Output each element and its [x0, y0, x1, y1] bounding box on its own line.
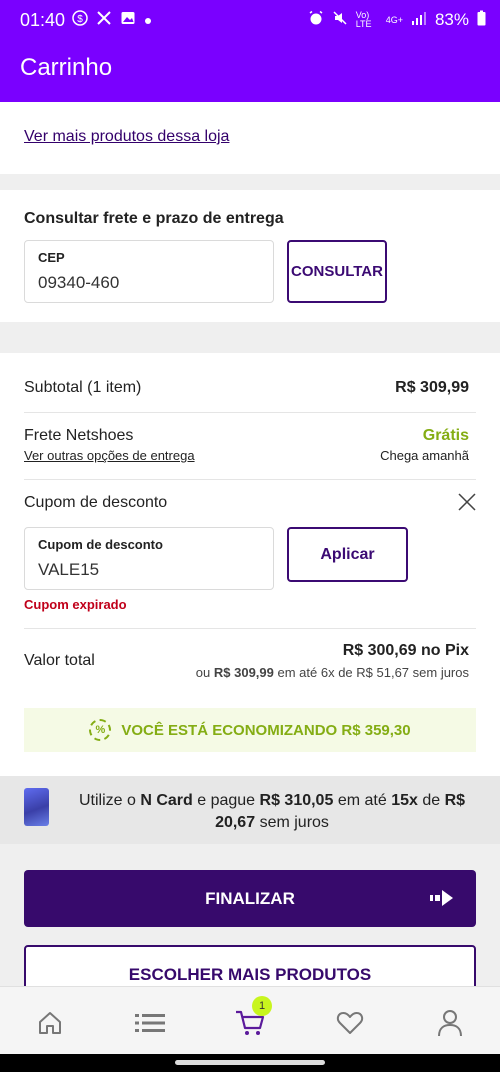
list-icon[interactable]: [132, 1005, 168, 1041]
total-or: ou: [195, 665, 211, 680]
ncard-promo[interactable]: Utilize o N Card e pague R$ 310,05 em at…: [0, 776, 500, 844]
total-installments-text: em até 6x de R$ 51,67 sem juros: [277, 665, 470, 680]
shipping-eta: Chega amanhã: [380, 448, 469, 463]
dot-icon: [144, 12, 152, 29]
volte-label: Vo) LTE: [355, 10, 372, 29]
bottom-nav: [0, 986, 500, 1054]
ncard-text-post: sem juros: [259, 814, 329, 831]
mute-icon: [332, 10, 348, 30]
ncard-amount: R$ 310,05: [259, 792, 334, 809]
network-type: 4G+: [385, 15, 403, 25]
cart-count-badge: 1: [252, 996, 272, 1016]
cep-field[interactable]: CEP 09340-460: [24, 240, 274, 303]
signal-icon: [411, 11, 427, 29]
apply-button-label: Aplicar: [320, 545, 375, 563]
ncard-text-mid3: de: [422, 792, 441, 809]
heart-icon[interactable]: [332, 1005, 368, 1041]
system-nav-bar: [0, 1054, 500, 1072]
other-shipping-link[interactable]: Ver outras opções de entrega: [24, 448, 195, 463]
close-icon[interactable]: [456, 491, 478, 518]
page-title: Carrinho: [20, 54, 113, 81]
ncard-image: [24, 788, 49, 826]
shipping-free-badge: Grátis: [422, 427, 469, 444]
home-icon[interactable]: [32, 1005, 68, 1041]
consult-button-label: CONSULTAR: [291, 263, 383, 280]
shipping-label: Frete Netshoes: [24, 427, 134, 444]
divider: [24, 628, 476, 629]
subtotal-value: R$ 309,99: [395, 379, 469, 396]
total-full-price: R$ 309,99: [213, 665, 274, 680]
ncard-text-pre: Utilize o: [78, 792, 136, 809]
ncard-text-mid: e pague: [197, 792, 256, 809]
consult-button[interactable]: CONSULTAR: [287, 240, 387, 303]
total-installments: ou R$ 309,99 em até 6x de R$ 51,67 sem j…: [196, 665, 469, 680]
home-gesture-pill[interactable]: [175, 1060, 325, 1065]
finalize-button[interactable]: FINALIZAR: [24, 870, 476, 927]
divider: [24, 412, 476, 413]
coupon-input[interactable]: VALE15: [38, 560, 99, 580]
alarm-icon: [308, 10, 324, 30]
divider: [24, 479, 476, 480]
ncard-times: 15x: [391, 792, 418, 809]
ncard-text-mid2: em até: [337, 792, 387, 809]
battery-icon: [477, 10, 486, 30]
percent-badge-icon: %: [89, 719, 112, 741]
total-label: Valor total: [24, 652, 95, 669]
finalize-button-label: FINALIZAR: [205, 888, 295, 908]
status-bar: 01:40 $ Vo) LTE 4G+ 83%: [0, 0, 500, 40]
cep-label: CEP: [38, 250, 65, 265]
coupon-field[interactable]: Cupom de desconto VALE15: [24, 527, 274, 590]
dollar-circle-icon: $: [72, 10, 88, 30]
total-pix-value: R$ 300,69 no Pix: [342, 642, 469, 659]
image-icon: [120, 10, 136, 30]
subtotal-label: Subtotal (1 item): [24, 379, 142, 396]
ncard-text: Utilize o N Card e pague R$ 310,05 em at…: [62, 790, 482, 834]
savings-text: VOCÊ ESTÁ ECONOMIZANDO R$ 359,30: [121, 721, 411, 739]
svg-text:$: $: [77, 14, 83, 25]
profile-icon[interactable]: [432, 1005, 468, 1041]
more-products-button-label: ESCOLHER MAIS PRODUTOS: [128, 965, 372, 984]
ncard-brand: N Card: [140, 792, 193, 809]
arrow-right-icon: [430, 889, 454, 913]
x-logo-icon: [96, 10, 112, 30]
app-bar: Carrinho: [0, 40, 500, 102]
shipping-heading: Consultar frete e prazo de entrega: [24, 210, 284, 227]
more-products-link[interactable]: Ver mais produtos dessa loja: [24, 128, 229, 146]
savings-banner: % VOCÊ ESTÁ ECONOMIZANDO R$ 359,30: [24, 708, 476, 752]
shipping-card: Consultar frete e prazo de entrega CEP 0…: [0, 190, 500, 322]
cep-input[interactable]: 09340-460: [38, 273, 119, 293]
battery-percent: 83%: [434, 10, 469, 29]
coupon-field-label: Cupom de desconto: [38, 537, 163, 552]
apply-coupon-button[interactable]: Aplicar: [287, 527, 408, 582]
coupon-heading: Cupom de desconto: [24, 494, 168, 511]
coupon-error: Cupom expirado: [24, 597, 127, 612]
status-time: 01:40: [20, 10, 66, 30]
